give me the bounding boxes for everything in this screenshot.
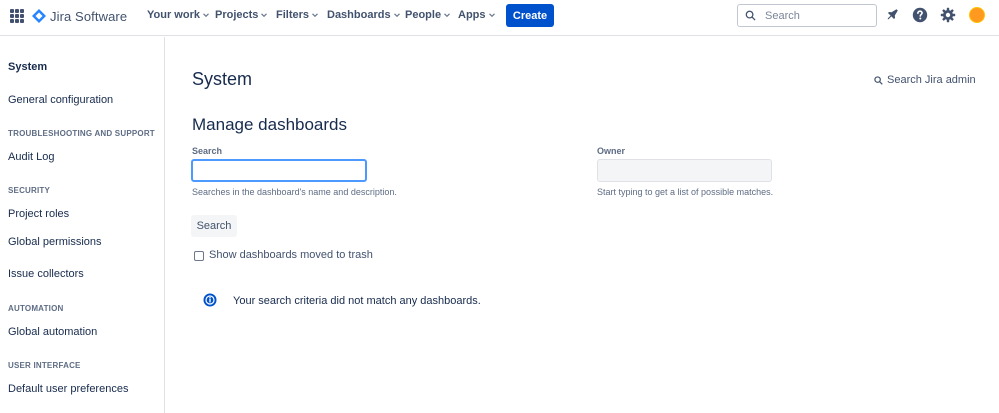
sidebar-item-project-roles[interactable]: Project roles (8, 208, 69, 220)
search-button[interactable]: Search (191, 215, 237, 237)
owner-input[interactable] (597, 159, 772, 182)
page-title: System (192, 69, 253, 89)
chevron-down-icon (488, 13, 495, 18)
sidebar-item-audit-log[interactable]: Audit Log (8, 151, 54, 163)
sidebar-item-general-configuration[interactable]: General configuration (8, 94, 113, 106)
jira-logo[interactable]: Jira Software (32, 7, 127, 25)
search-icon (745, 10, 756, 21)
top-navigation: Jira Software Your work Projects Filters… (0, 0, 999, 36)
nav-apps[interactable]: Apps (458, 9, 496, 21)
chevron-down-icon (444, 13, 451, 18)
owner-field-label: Owner (597, 146, 626, 156)
sidebar-item-issue-collectors[interactable]: Issue collectors (8, 268, 84, 280)
chevron-down-icon (261, 13, 268, 18)
chevron-down-icon (393, 13, 400, 18)
info-icon (203, 293, 217, 307)
chevron-down-icon (203, 13, 209, 18)
chevron-down-icon (312, 13, 318, 18)
sidebar-heading-user-interface: USER INTERFACE (8, 361, 81, 370)
help-icon[interactable] (912, 7, 928, 23)
nav-your-work[interactable]: Your work (147, 9, 210, 21)
nav-dashboards[interactable]: Dashboards (327, 9, 401, 21)
show-trash-checkbox[interactable] (194, 251, 204, 261)
nav-filters[interactable]: Filters (276, 9, 319, 21)
dashboard-search-input[interactable] (191, 159, 367, 182)
create-button[interactable]: Create (506, 4, 554, 27)
product-name: Jira Software (50, 8, 128, 24)
section-title: Manage dashboards (192, 115, 348, 134)
sidebar-item-global-automation[interactable]: Global automation (8, 326, 97, 338)
owner-help-text: Start typing to get a list of possible m… (597, 187, 774, 197)
show-trash-label[interactable]: Show dashboards moved to trash (209, 249, 373, 261)
empty-results-message: Your search criteria did not match any d… (233, 295, 481, 307)
sidebar-heading-automation: AUTOMATION (8, 304, 64, 313)
global-search[interactable] (737, 4, 877, 27)
search-field-label: Search (192, 146, 223, 156)
jira-diamond-icon (32, 9, 46, 23)
global-search-input[interactable] (765, 9, 865, 22)
sidebar-heading-security: SECURITY (8, 186, 51, 195)
admin-sidebar: System General configuration TROUBLESHOO… (0, 37, 165, 413)
sidebar-item-default-user-preferences[interactable]: Default user preferences (8, 383, 128, 395)
nav-people[interactable]: People (405, 9, 451, 21)
search-jira-admin-link[interactable]: Search Jira admin (874, 74, 976, 86)
sidebar-title: System (8, 61, 48, 73)
user-avatar[interactable] (969, 7, 985, 23)
sidebar-item-global-permissions[interactable]: Global permissions (8, 236, 102, 248)
settings-gear-icon[interactable] (940, 7, 956, 23)
sidebar-heading-troubleshooting: TROUBLESHOOTING AND SUPPORT (8, 129, 155, 138)
search-icon (874, 75, 883, 85)
search-help-text: Searches in the dashboard's name and des… (192, 187, 397, 197)
app-switcher-icon[interactable] (10, 9, 24, 23)
notifications-icon[interactable] (884, 7, 900, 23)
nav-projects[interactable]: Projects (215, 9, 268, 21)
